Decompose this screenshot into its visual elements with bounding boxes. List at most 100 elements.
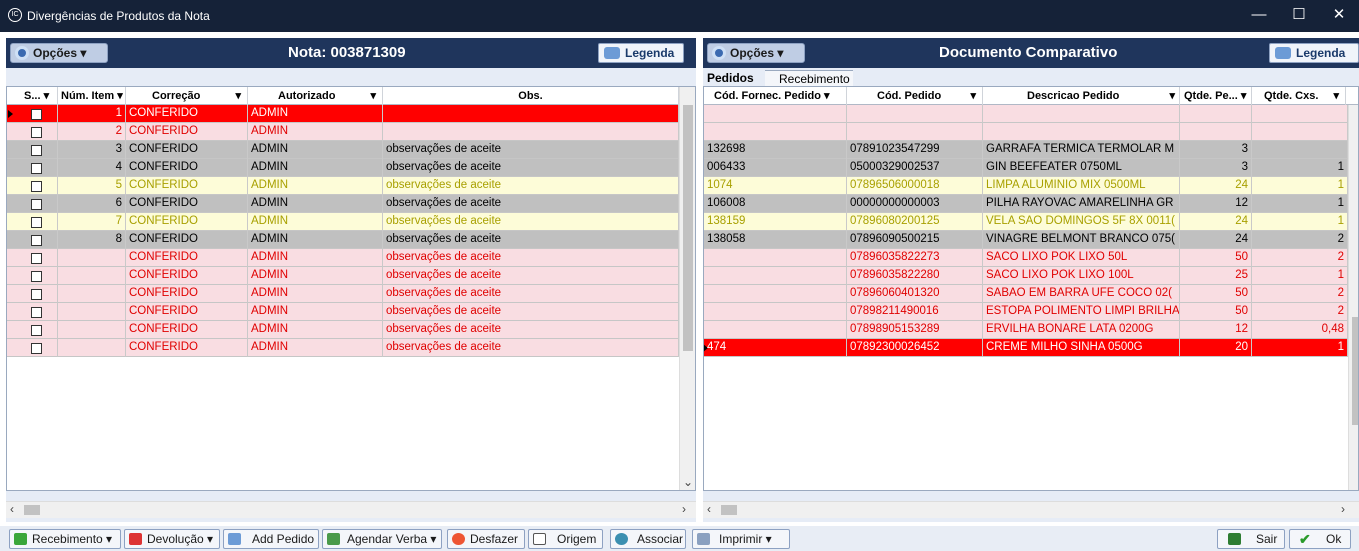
add-pedido-button[interactable]: Add Pedido [223,529,319,549]
col-header-qtde-pe[interactable]: Qtde. Pe... ▾ [1180,87,1252,105]
agendar-verba-button[interactable]: Agendar Verba ▾ [322,529,442,549]
sair-button[interactable]: Sair [1217,529,1285,549]
row-checkbox[interactable] [31,217,42,228]
right-options-button[interactable]: Opções ▾ [707,43,805,63]
cell-forn: 106008 [704,195,847,213]
table-row[interactable]: 07896035822280 SACO LIXO POK LIXO 100L 25 1 [704,267,1348,285]
row-checkbox[interactable] [31,163,42,174]
table-row[interactable]: 2 CONFERIDO ADMIN [7,123,679,141]
select-cell [7,123,58,141]
table-row[interactable]: 8 CONFERIDO ADMIN observações de aceite [7,231,679,249]
col-header-qtde-cxs[interactable]: Qtde. Cxs. ▾ [1252,87,1346,105]
table-row[interactable]: CONFERIDO ADMIN observações de aceite [7,339,679,357]
right-legend-button[interactable]: Legenda [1269,43,1359,63]
table-row[interactable]: 6 CONFERIDO ADMIN observações de aceite [7,195,679,213]
minimize-button[interactable]: — [1239,0,1279,32]
left-vertical-scrollbar[interactable]: ⌄ [679,87,695,490]
origem-button[interactable]: Origem [528,529,603,549]
right-horizontal-scrollbar[interactable]: ‹ › [703,501,1359,518]
row-checkbox[interactable] [31,307,42,318]
row-checkbox[interactable] [31,289,42,300]
scroll-left-arrow-icon[interactable]: ‹ [707,502,711,516]
table-row[interactable]: 7 CONFERIDO ADMIN observações de aceite [7,213,679,231]
cell-correcao: CONFERIDO [126,285,248,303]
left-vscroll-thumb[interactable] [683,105,693,351]
cell-forn: 1074 [704,177,847,195]
left-legend-button[interactable]: Legenda [598,43,684,63]
cell-qp: 12 [1180,195,1252,213]
imprimir-button[interactable]: Imprimir ▾ [692,529,790,549]
table-row[interactable]: 5 CONFERIDO ADMIN observações de aceite [7,177,679,195]
select-cell [7,267,58,285]
devolucao-button[interactable]: Devolução ▾ [124,529,220,549]
col-header-autorizado[interactable]: Autorizado ▾ [248,87,383,105]
col-header-obs[interactable]: Obs. [383,87,679,105]
scroll-down-arrow-icon[interactable]: ⌄ [683,475,693,489]
table-row[interactable]: 138058 07896090500215 VINAGRE BELMONT BRAN… [704,231,1348,249]
table-row[interactable]: CONFERIDO ADMIN observações de aceite [7,249,679,267]
desfazer-button[interactable]: Desfazer [447,529,525,549]
row-checkbox[interactable] [31,145,42,156]
cell-forn: 006433 [704,159,847,177]
left-options-button[interactable]: Opções ▾ [10,43,108,63]
cell-ped: 05000329002537 [847,159,983,177]
table-row[interactable] [704,105,1348,123]
col-header-s[interactable]: S... ▾ [7,87,58,105]
table-row[interactable]: CONFERIDO ADMIN observações de aceite [7,267,679,285]
table-row[interactable]: 006433 05000329002537 GIN BEEFEATER 0750ML… [704,159,1348,177]
row-checkbox[interactable] [31,181,42,192]
cell-obs: observações de aceite [383,141,679,159]
table-row[interactable]: CONFERIDO ADMIN observações de aceite [7,303,679,321]
table-row[interactable]: 07898211490016 ESTOPA POLIMENTO LIMPI BRI… [704,303,1348,321]
right-hscroll-thumb[interactable] [721,505,737,515]
right-vscroll-thumb[interactable] [1352,317,1358,425]
table-row[interactable]: CONFERIDO ADMIN observações de aceite [7,321,679,339]
left-panel-toolbar: Opções ▾ Nota: 003871309 Legenda [6,38,696,68]
col-header-cod-fornec[interactable]: Cód. Fornec. Pedido ▾ [704,87,847,105]
table-row[interactable]: 132698 07891023547299 GARRAFA TERMICA TERM… [704,141,1348,159]
row-checkbox[interactable] [31,127,42,138]
col-header-num-item[interactable]: Núm. Item ▾ [58,87,126,105]
cell-qp [1180,105,1252,123]
tab-pedidos[interactable]: Pedidos [707,70,754,86]
row-checkbox[interactable] [31,325,42,336]
table-row[interactable]: 106008 00000000000003 PILHA RAYOVAC AMAREL… [704,195,1348,213]
table-row[interactable]: 1074 07896506000018 LIMPA ALUMINIO MIX 050… [704,177,1348,195]
col-header-cod-pedido[interactable]: Cód. Pedido ▾ [847,87,983,105]
scroll-right-arrow-icon[interactable]: › [682,502,686,516]
left-hscroll-thumb[interactable] [24,505,40,515]
left-horizontal-scrollbar[interactable]: ‹ › [6,501,696,518]
table-row[interactable]: 07896060401320 SABAO EM BARRA UFE COCO 02… [704,285,1348,303]
table-row[interactable]: CONFERIDO ADMIN observações de aceite [7,285,679,303]
ok-button[interactable]: ✔ Ok [1289,529,1351,549]
close-button[interactable]: ✕ [1319,0,1359,32]
table-row[interactable]: 07898905153289 ERVILHA BONARE LATA 0200G 1… [704,321,1348,339]
table-row[interactable]: 4 CONFERIDO ADMIN observações de aceite [7,159,679,177]
table-row[interactable]: 138159 07896080200125 VELA SAO DOMINGOS 5F… [704,213,1348,231]
right-vertical-scrollbar[interactable] [1348,105,1358,490]
cell-desc [983,123,1180,141]
row-checkbox[interactable] [31,271,42,282]
tab-recebimento[interactable]: Recebimento [765,70,853,86]
row-checkbox[interactable] [31,343,42,354]
table-row[interactable] [704,123,1348,141]
col-header-correcao[interactable]: Correção ▾ [126,87,248,105]
row-checkbox[interactable] [31,109,42,120]
select-cell [7,141,58,159]
scroll-right-arrow-icon[interactable]: › [1341,502,1345,516]
row-checkbox[interactable] [31,235,42,246]
col-header-descricao[interactable]: Descricao Pedido ▾ [983,87,1180,105]
associar-button[interactable]: Associar [610,529,686,549]
row-checkbox[interactable] [31,253,42,264]
cell-obs [383,105,679,123]
table-row[interactable]: 3 CONFERIDO ADMIN observações de aceite [7,141,679,159]
cell-forn [704,123,847,141]
maximize-button[interactable]: ☐ [1279,0,1319,32]
recebimento-button[interactable]: Recebimento ▾ [9,529,121,549]
table-row[interactable]: 1 CONFERIDO ADMIN [7,105,679,123]
scroll-left-arrow-icon[interactable]: ‹ [10,502,14,516]
table-row[interactable]: 474 07892300026452 CREME MILHO SINHA 0500G… [704,339,1348,357]
cell-correcao: CONFERIDO [126,123,248,141]
row-checkbox[interactable] [31,199,42,210]
table-row[interactable]: 07896035822273 SACO LIXO POK LIXO 50L 50 2 [704,249,1348,267]
